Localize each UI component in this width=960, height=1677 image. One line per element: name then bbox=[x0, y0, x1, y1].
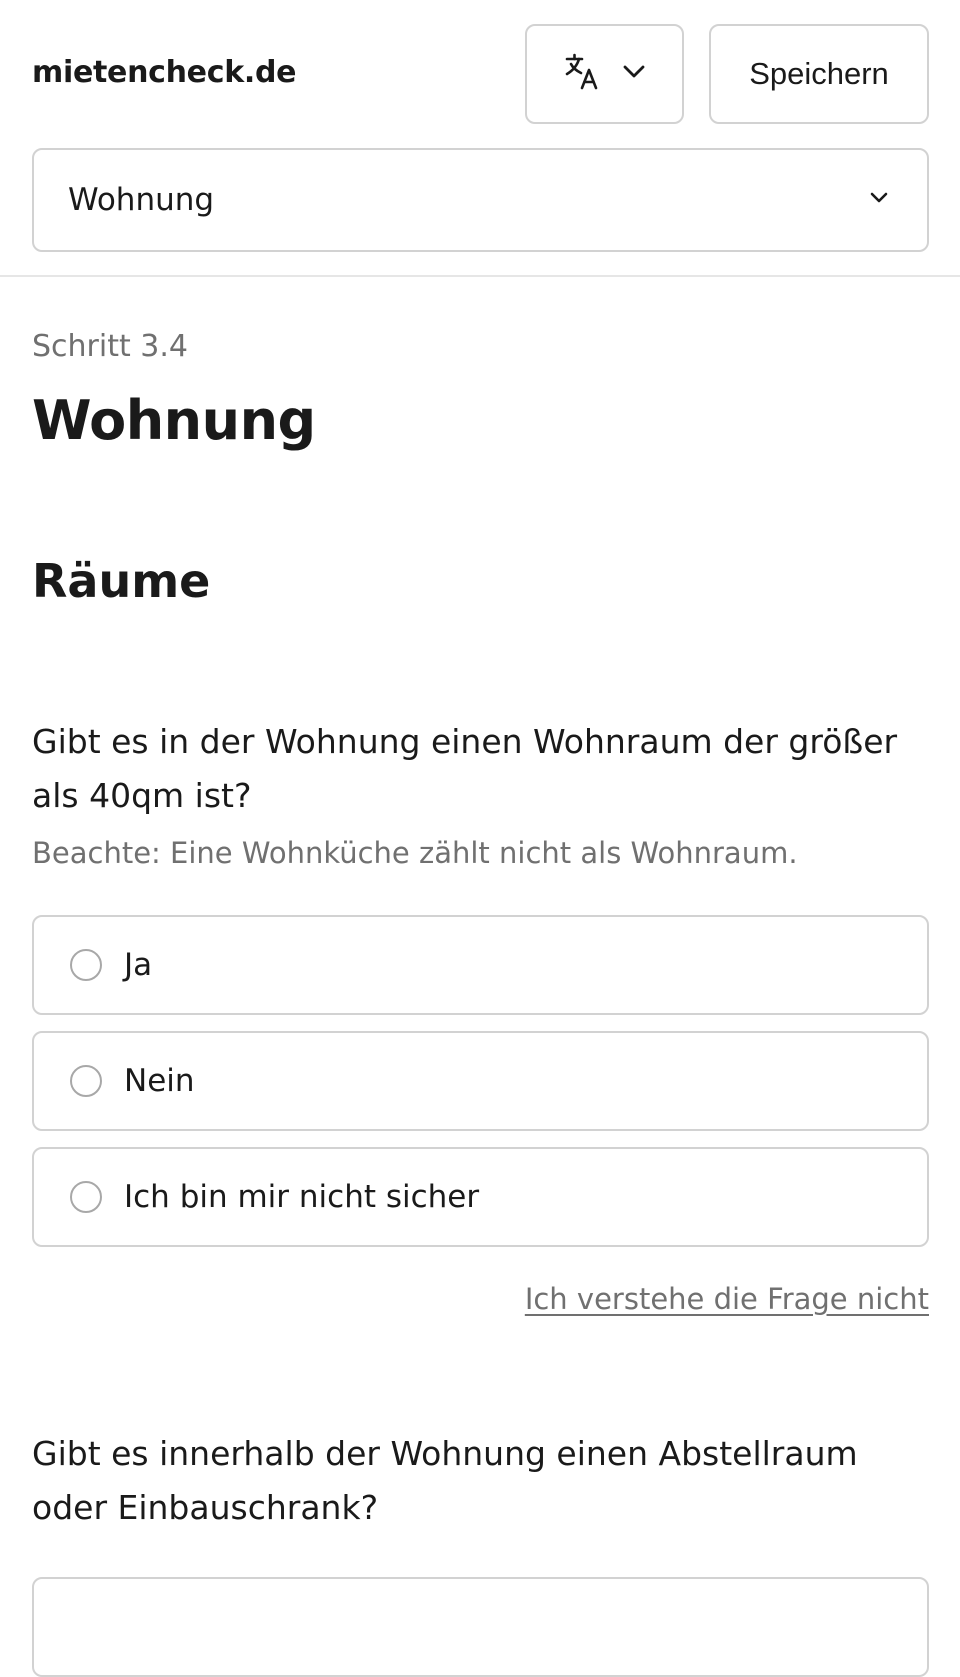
chevron-down-icon bbox=[621, 59, 647, 89]
language-select-button[interactable] bbox=[525, 24, 684, 124]
question-text: Gibt es in der Wohnung einen Wohnraum de… bbox=[32, 722, 898, 815]
step-label: Schritt 3.4 bbox=[32, 329, 188, 364]
option-yes[interactable]: Ja bbox=[32, 915, 929, 1015]
option-label: Ja bbox=[124, 947, 153, 983]
radio-button[interactable] bbox=[70, 949, 102, 981]
radio-button[interactable] bbox=[70, 1065, 102, 1097]
page-title: Wohnung bbox=[32, 389, 316, 452]
radio-button[interactable] bbox=[70, 1181, 102, 1213]
section-heading: Räume bbox=[32, 554, 211, 608]
option-not-sure[interactable]: Ich bin mir nicht sicher bbox=[32, 1147, 929, 1247]
site-logo-text[interactable]: mietencheck.de bbox=[32, 55, 296, 90]
option-card[interactable] bbox=[32, 1577, 929, 1677]
translate-icon bbox=[563, 52, 603, 96]
option-label: Nein bbox=[124, 1063, 195, 1099]
header: mietencheck.de Speichern Wohnung bbox=[0, 0, 960, 277]
question-text: Gibt es innerhalb der Wohnung einen Abst… bbox=[32, 1434, 858, 1527]
chevron-down-icon bbox=[867, 186, 891, 214]
save-button[interactable]: Speichern bbox=[709, 24, 929, 124]
section-select-value: Wohnung bbox=[68, 182, 215, 218]
option-no[interactable]: Nein bbox=[32, 1031, 929, 1131]
help-link[interactable]: Ich verstehe die Frage nicht bbox=[525, 1282, 929, 1316]
section-select[interactable]: Wohnung bbox=[32, 148, 929, 252]
option-label: Ich bin mir nicht sicher bbox=[124, 1179, 480, 1215]
question-hint: Beachte: Eine Wohnküche zählt nicht als … bbox=[32, 836, 798, 870]
